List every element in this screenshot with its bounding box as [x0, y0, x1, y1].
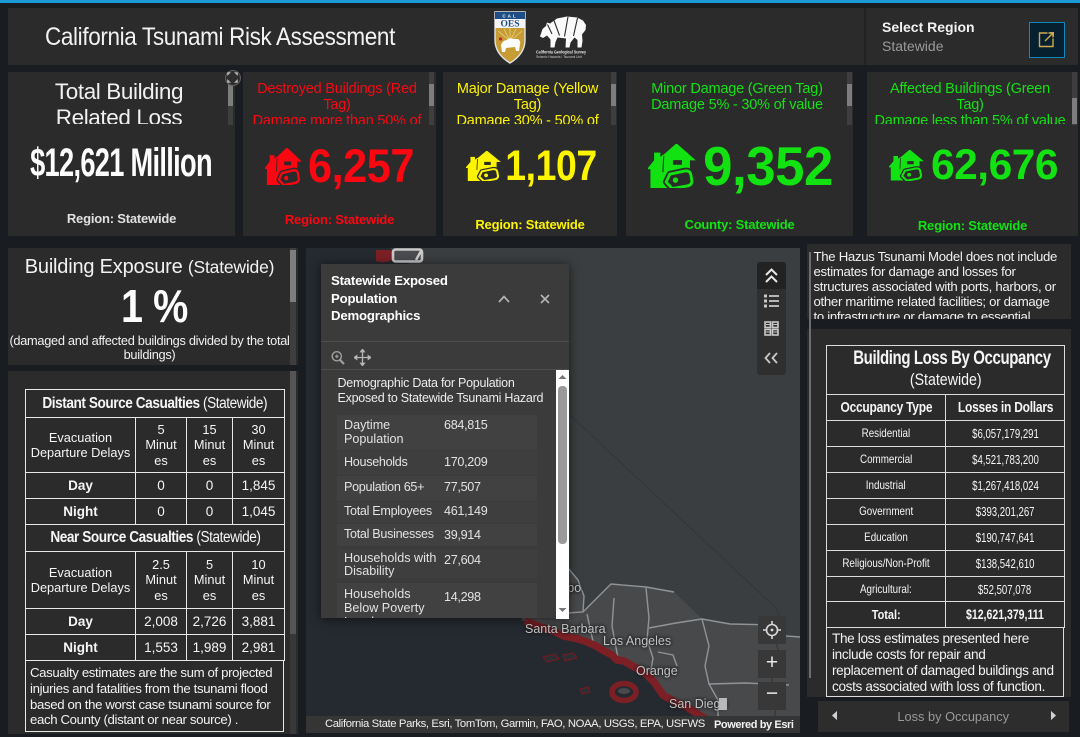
svg-text:CAL: CAL — [502, 14, 517, 19]
svg-text:Seismic Hazards | Tsunami Unit: Seismic Hazards | Tsunami Unit — [536, 54, 583, 58]
